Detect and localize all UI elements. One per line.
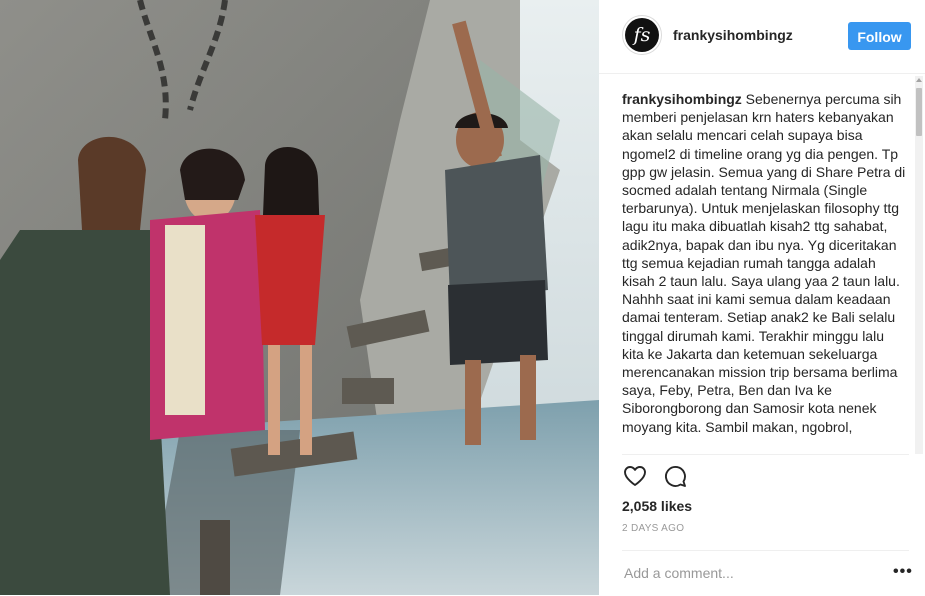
- more-options-icon[interactable]: •••: [893, 563, 913, 581]
- post-sidebar: fs frankysihombingz Follow frankysihombi…: [599, 0, 925, 595]
- avatar[interactable]: fs: [622, 15, 662, 55]
- post-photo-image: [0, 0, 599, 595]
- caption-scrollbar[interactable]: [915, 76, 923, 454]
- like-count[interactable]: 2,058 likes: [622, 498, 692, 514]
- scrollbar-thumb[interactable]: [916, 88, 922, 136]
- heart-icon[interactable]: [622, 464, 648, 488]
- comment-bubble-icon[interactable]: [662, 464, 688, 488]
- caption-scroll-area[interactable]: frankysihombingz Sebenernya percuma sih …: [622, 90, 909, 454]
- scroll-up-arrow-icon[interactable]: [916, 78, 922, 82]
- comment-input[interactable]: [622, 562, 876, 584]
- header-username-link[interactable]: frankysihombingz: [673, 27, 793, 43]
- instagram-post: fs frankysihombingz Follow frankysihombi…: [0, 0, 925, 595]
- post-photo[interactable]: [0, 0, 599, 595]
- follow-button[interactable]: Follow: [848, 22, 911, 50]
- divider: [622, 454, 909, 455]
- post-header: fs frankysihombingz Follow: [599, 0, 925, 74]
- caption-text: Sebenernya percuma sih memberi penjelasa…: [622, 91, 909, 435]
- comment-box: •••: [622, 550, 912, 596]
- caption: frankysihombingz Sebenernya percuma sih …: [622, 90, 909, 436]
- post-timestamp[interactable]: 2 DAYS AGO: [622, 523, 684, 534]
- avatar-initials: fs: [625, 18, 659, 52]
- caption-username-link[interactable]: frankysihombingz: [622, 91, 742, 107]
